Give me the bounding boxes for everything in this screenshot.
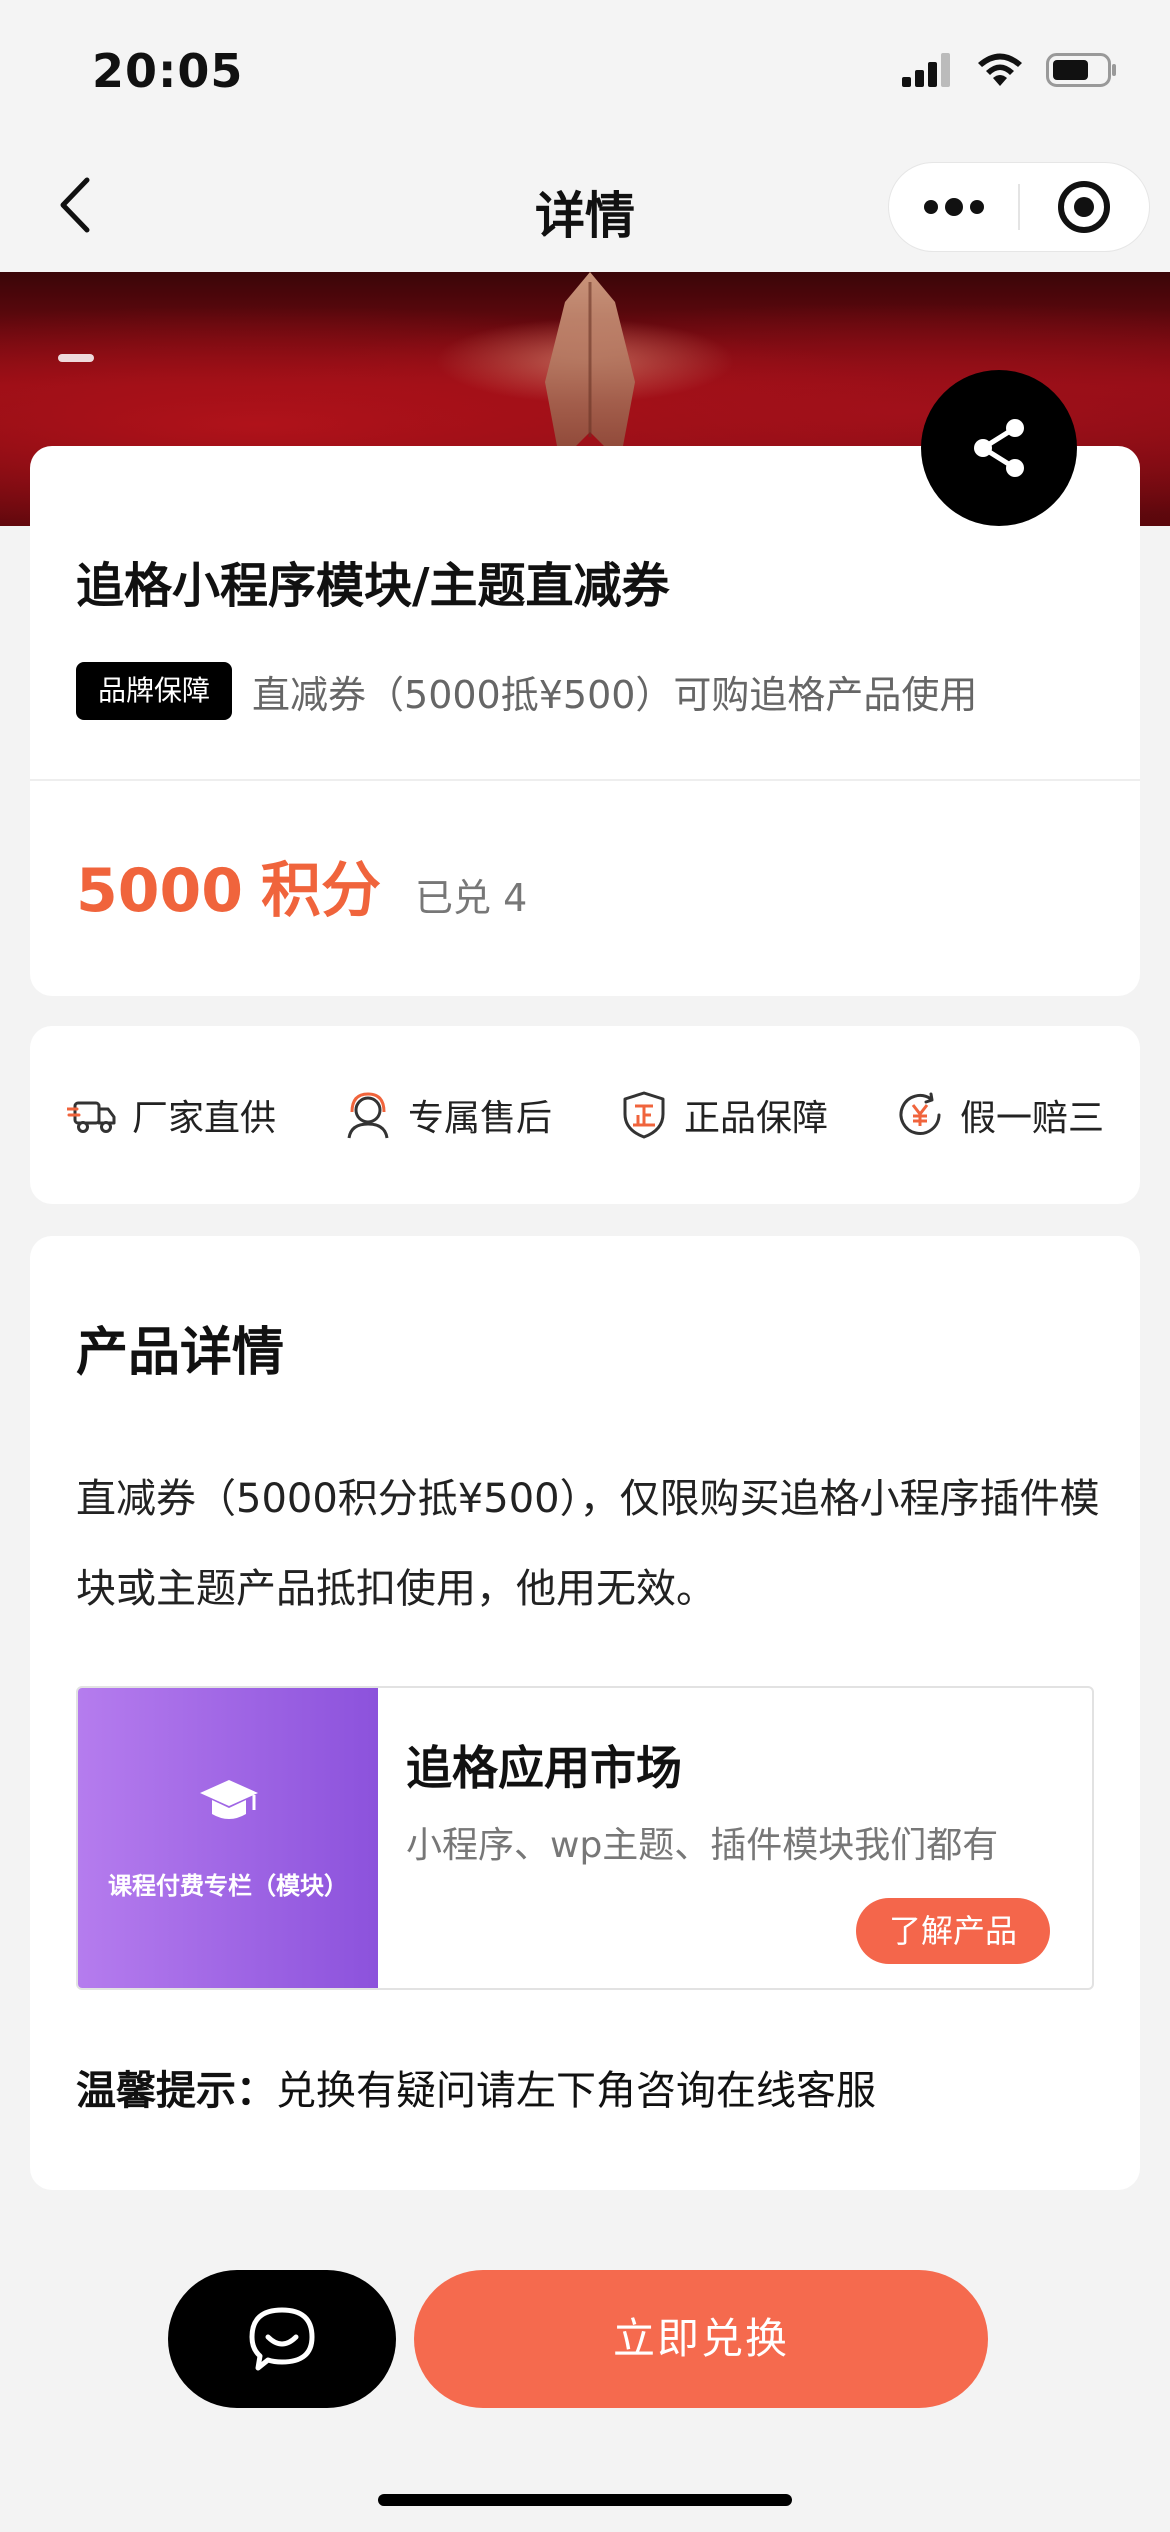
chat-bubble-icon xyxy=(249,2307,315,2371)
share-icon xyxy=(974,419,1024,477)
close-mini-program-button[interactable] xyxy=(1020,162,1149,252)
cellular-signal-icon xyxy=(902,53,950,87)
guarantee-label: 专属售后 xyxy=(407,1098,552,1139)
refund-yen-icon xyxy=(894,1089,946,1141)
service-agent-icon xyxy=(342,1089,394,1141)
tip-label: 温馨提示： xyxy=(76,2068,276,2114)
guarantee-item: 假一赔三 xyxy=(894,1089,1104,1141)
battery-icon xyxy=(1046,53,1116,87)
guarantee-label: 假一赔三 xyxy=(959,1098,1104,1139)
product-tag-row: 品牌保障 直减券（5000抵¥500）可购追格产品使用 xyxy=(76,662,977,720)
price-unit: 积分 xyxy=(261,856,381,926)
redeemed-count: 已兑 4 xyxy=(415,876,528,920)
guarantee-item: 专属售后 xyxy=(342,1089,552,1141)
truck-icon xyxy=(66,1089,118,1141)
app-market-promo-card[interactable]: 课程付费专栏（模块） 追格应用市场 小程序、wp主题、插件模块我们都有 了解产品 xyxy=(76,1686,1094,1990)
promo-thumbnail-label: 课程付费专栏（模块） xyxy=(108,1872,348,1900)
detail-description: 直减券（5000积分抵¥500），仅限购买追格小程序插件模块或主题产品抵扣使用，… xyxy=(76,1476,1100,1612)
product-detail-card: 产品详情 直减券（5000积分抵¥500），仅限购买追格小程序插件模块或主题产品… xyxy=(30,1236,1140,2190)
product-info-card: 追格小程序模块/主题直减券 品牌保障 直减券（5000抵¥500）可购追格产品使… xyxy=(30,446,1140,996)
brand-guarantee-badge: 品牌保障 xyxy=(76,662,233,720)
target-circle-icon xyxy=(1058,181,1111,233)
tip-content: 兑换有疑问请左下角咨询在线客服 xyxy=(276,2068,876,2114)
product-title: 追格小程序模块/主题直减券 xyxy=(76,558,670,614)
guarantee-label: 正品保障 xyxy=(683,1098,828,1139)
promo-thumbnail: 课程付费专栏（模块） xyxy=(78,1688,378,1988)
promo-subtitle: 小程序、wp主题、插件模块我们都有 xyxy=(406,1825,999,1866)
more-dots-icon xyxy=(923,198,984,216)
redeem-now-button[interactable]: 立即兑换 xyxy=(414,2270,988,2408)
price-value: 5000 xyxy=(76,856,243,926)
home-indicator xyxy=(378,2494,792,2506)
authentic-shield-icon xyxy=(618,1089,670,1141)
mini-program-capsule xyxy=(888,162,1150,252)
guarantee-item: 正品保障 xyxy=(618,1089,828,1141)
carousel-indicator xyxy=(58,354,94,362)
more-button[interactable] xyxy=(889,162,1018,252)
status-bar: 20:05 xyxy=(0,0,1170,140)
product-short-desc: 直减券（5000抵¥500）可购追格产品使用 xyxy=(252,672,978,717)
praying-hands-image xyxy=(545,272,635,462)
customer-service-button[interactable] xyxy=(168,2270,396,2408)
graduation-cap-icon xyxy=(200,1780,258,1819)
wifi-icon xyxy=(978,53,1022,86)
status-time: 20:05 xyxy=(92,44,244,98)
learn-product-button[interactable]: 了解产品 xyxy=(856,1898,1050,1964)
nav-bar: 详情 xyxy=(0,140,1170,272)
share-button[interactable] xyxy=(921,370,1077,526)
detail-heading: 产品详情 xyxy=(76,1323,285,1383)
tip-text: 温馨提示：兑换有疑问请左下角咨询在线客服 xyxy=(76,2058,876,2116)
status-icons xyxy=(902,52,1118,88)
guarantees-card: 厂家直供 专属售后 正品保障 假一赔三 xyxy=(30,1026,1140,1204)
price-row: 5000 积分 已兑 4 xyxy=(76,842,527,929)
guarantee-item: 厂家直供 xyxy=(66,1089,276,1141)
promo-title: 追格应用市场 xyxy=(406,1741,682,1795)
guarantee-label: 厂家直供 xyxy=(132,1098,277,1139)
divider xyxy=(30,779,1140,781)
